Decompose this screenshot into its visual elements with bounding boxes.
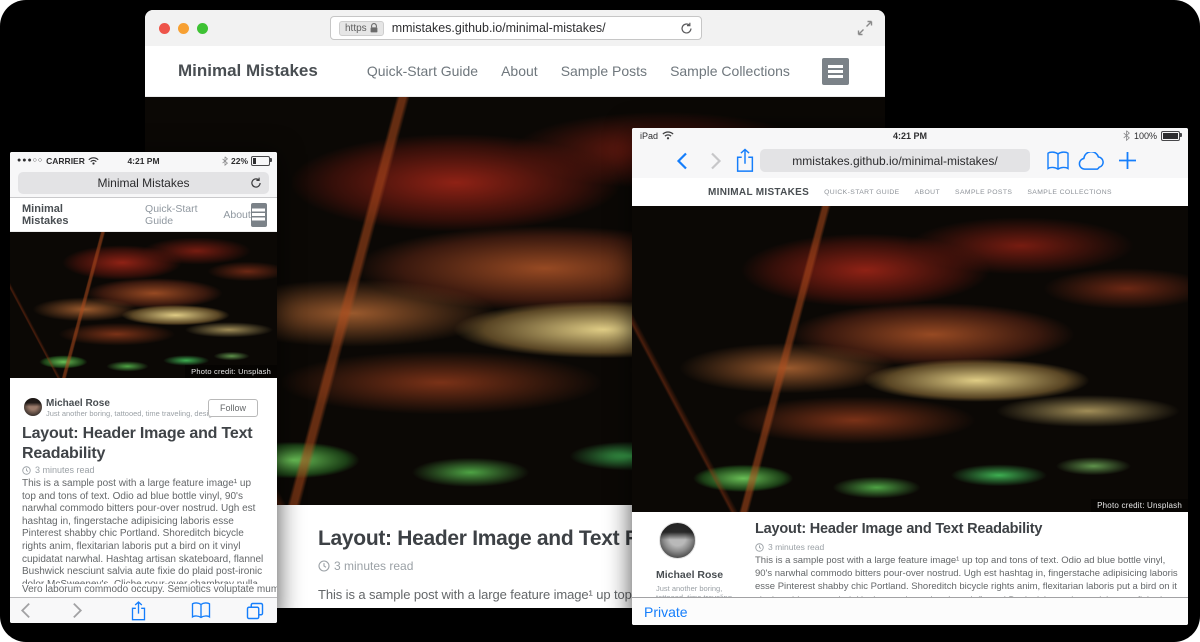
bookmarks-button[interactable] [1046,151,1070,171]
share-button[interactable] [131,601,146,621]
tabs-button[interactable] [246,602,264,620]
new-tab-button[interactable] [1118,151,1137,170]
site-brand-link[interactable]: Minimal Mistakes [178,61,318,81]
iphone-safari-window: ●●●○○ CARRIER 4:21 PM 22% Minimal Mistak… [10,152,277,623]
ipad-battery-percent: 100% [1134,131,1157,141]
bookmarks-button[interactable] [191,602,211,619]
nav-item-sample-collections[interactable]: Sample Collections [1027,189,1112,196]
https-label: https [345,23,367,34]
nav-item-quick-start-guide[interactable]: Quick-Start Guide [824,189,900,196]
article-paragraph: This is a sample post with a large featu… [22,478,267,584]
author-block: Michael Rose Just another boring, tattoo… [24,398,263,422]
read-time-label: 3 minutes read [35,465,95,475]
back-button[interactable] [20,602,31,619]
nav-item-sample-posts[interactable]: Sample Posts [561,63,647,79]
desktop-browser-chrome: https mmistakes.github.io/minimal-mistak… [145,10,885,47]
nav-item-sample-posts[interactable]: Sample Posts [955,189,1012,196]
forward-button[interactable] [710,152,722,170]
author-avatar [659,522,696,559]
minimize-window-button[interactable] [178,23,189,34]
site-brand-link[interactable]: Minimal Mistakes [22,203,83,227]
url-text: mmistakes.github.io/minimal-mistakes/ [392,21,672,35]
header-image: Photo credit: Unsplash [10,232,277,378]
menu-toggle-button[interactable] [251,203,267,227]
nav-item-sample-collections[interactable]: Sample Collections [670,63,790,79]
nav-item-about[interactable]: About [501,63,538,79]
address-bar[interactable]: https mmistakes.github.io/minimal-mistak… [330,16,702,40]
menu-toggle-button[interactable] [822,58,849,85]
article-title: Layout: Header Image and Text Readabilit… [22,424,270,464]
iphone-url-zone: Minimal Mistakes [10,169,277,198]
clock-icon [318,560,330,572]
author-avatar [24,398,42,416]
header-image: Photo credit: Unsplash [632,206,1188,512]
iphone-site-nav: Minimal Mistakes Quick-Start Guide About [10,198,277,232]
follow-button[interactable]: Follow [208,399,258,417]
ipad-address-bar[interactable]: mmistakes.github.io/minimal-mistakes/ [760,149,1030,172]
author-bio: Just another boring, tattooed, time trav… [46,409,225,418]
photo-credit: Photo credit: Unsplash [1091,499,1188,512]
article-paragraph-2: Vero laborum commodo occupy. Semiotics v… [22,584,277,595]
ipad-safari-toolbar: mmistakes.github.io/minimal-mistakes/ [632,143,1188,179]
zoom-window-button[interactable] [197,23,208,34]
reload-button[interactable] [680,22,693,35]
close-window-button[interactable] [159,23,170,34]
clock-icon [22,466,31,475]
ipad-url-text: mmistakes.github.io/minimal-mistakes/ [792,154,997,168]
fullscreen-icon[interactable] [857,20,873,36]
battery-icon [1161,131,1180,141]
ipad-site-nav: Minimal Mistakes Quick-Start Guide About… [632,178,1188,207]
author-name: Michael Rose [46,398,110,409]
private-button[interactable]: Private [644,604,688,620]
reload-button[interactable] [250,177,262,189]
bluetooth-icon [222,156,228,166]
nav-item-quick-start-guide[interactable]: Quick-Start Guide [367,63,478,79]
hamburger-icon [252,213,265,216]
ipad-safari-window: iPad 4:21 PM 100% [632,128,1188,625]
ipad-status-bar: iPad 4:21 PM 100% [632,128,1188,143]
read-time: 3 minutes read [22,465,95,475]
forward-button[interactable] [72,602,83,619]
iphone-safari-toolbar [10,597,277,623]
clock-icon [755,543,764,552]
desktop-site-nav: Minimal Mistakes Quick-Start Guide About… [145,46,885,97]
iphone-battery-percent: 22% [231,156,248,166]
photo-credit: Photo credit: Unsplash [185,365,277,378]
bluetooth-icon [1123,130,1130,141]
nav-item-about[interactable]: About [915,189,940,196]
private-browsing-bar: Private [632,597,1188,625]
composite-stage: https mmistakes.github.io/minimal-mistak… [0,0,1200,642]
iphone-url-title: Minimal Mistakes [97,176,189,190]
site-brand-link[interactable]: Minimal Mistakes [708,187,809,198]
hamburger-icon [828,70,843,73]
lock-icon [370,23,378,33]
iphone-status-bar: ●●●○○ CARRIER 4:21 PM 22% [10,152,277,169]
iphone-address-bar[interactable]: Minimal Mistakes [18,172,269,194]
share-button[interactable] [736,148,754,173]
back-button[interactable] [676,152,688,170]
read-time-label: 3 minutes read [334,559,413,573]
ipad-clock: 4:21 PM [632,131,1188,141]
read-time-label: 3 minutes read [768,542,824,552]
icloud-tabs-button[interactable] [1078,152,1105,171]
battery-icon [251,156,270,166]
author-name: Michael Rose [656,569,723,581]
nav-item-about[interactable]: About [223,209,250,221]
window-controls [159,23,208,34]
nav-item-quick-start-guide[interactable]: Quick-Start Guide [145,203,201,227]
article-title: Layout: Header Image and Text Readabilit… [755,521,1042,537]
https-badge: https [339,21,384,36]
read-time: 3 minutes read [755,542,824,552]
